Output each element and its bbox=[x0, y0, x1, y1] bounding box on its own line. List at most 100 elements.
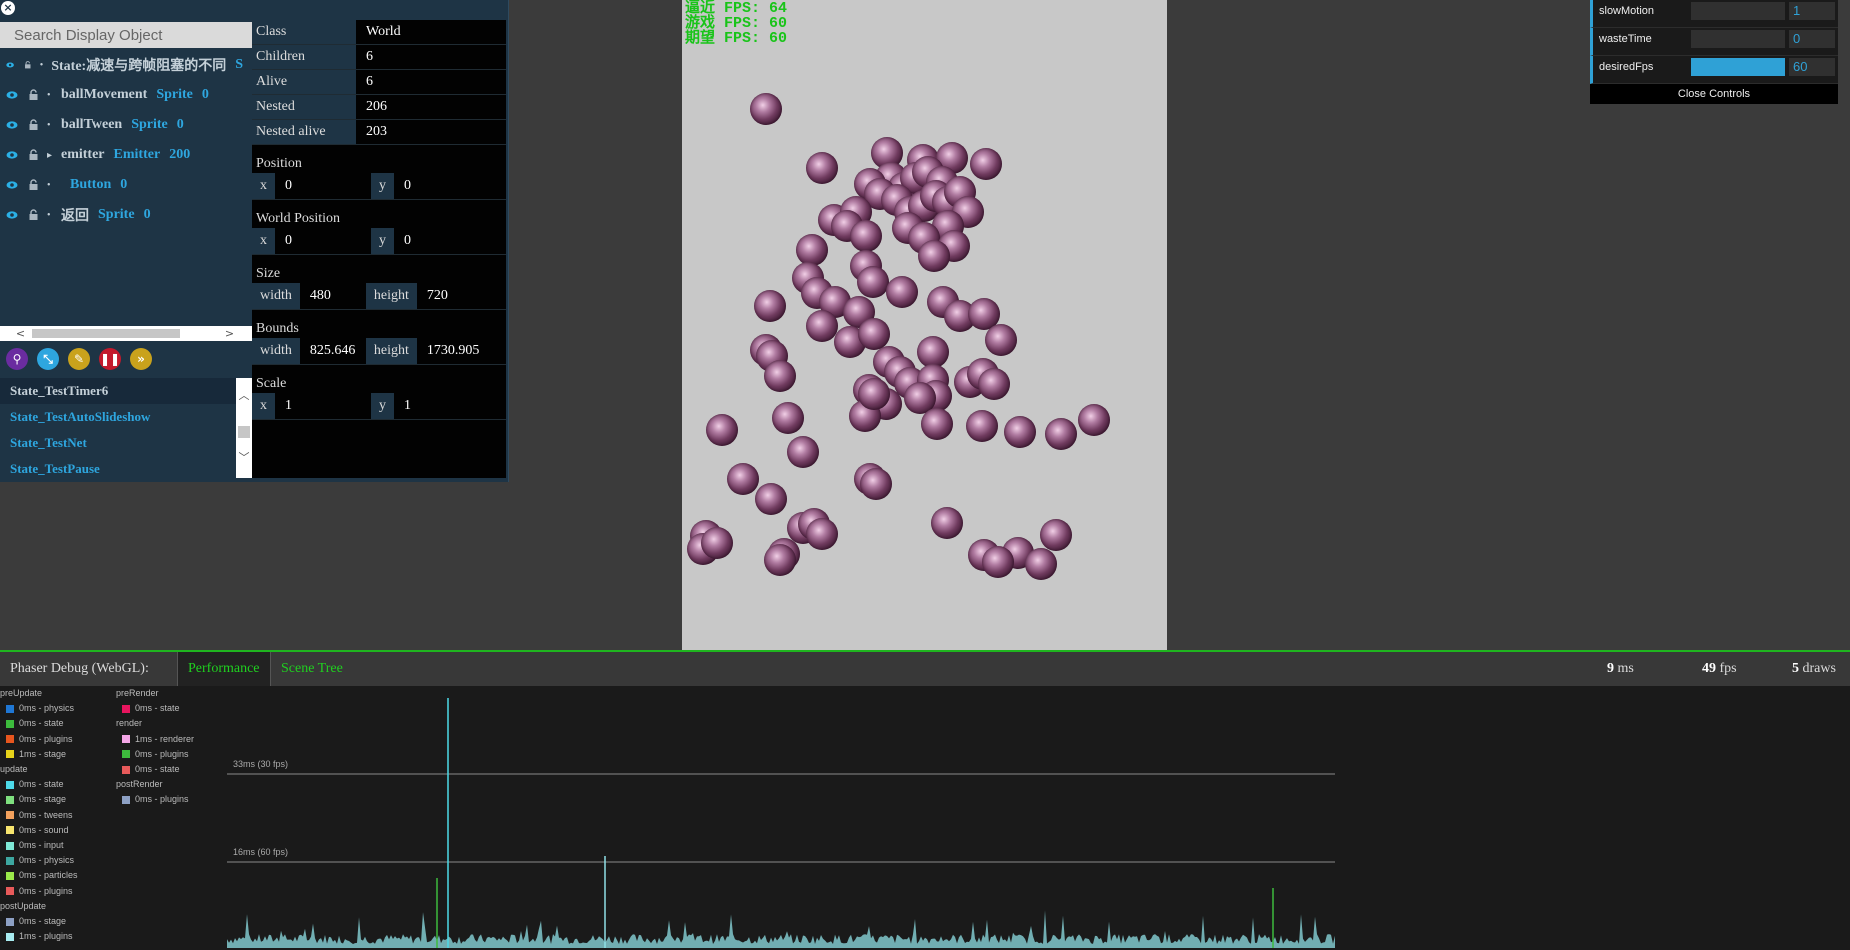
close-panel-icon[interactable]: × bbox=[1, 1, 15, 15]
legend-label: 1ms - stage bbox=[19, 748, 67, 759]
legend-item: 1ms - plugins bbox=[6, 931, 73, 941]
legend-item: 0ms - physics bbox=[6, 703, 74, 713]
tree-row[interactable]: • State:减速与跨帧阻塞的不同 S bbox=[0, 50, 252, 80]
legend-label: 0ms - plugins bbox=[135, 748, 189, 759]
scroll-right-icon[interactable]: > bbox=[222, 326, 237, 341]
tree-node-type: Sprite bbox=[131, 117, 168, 132]
ball-sprite bbox=[764, 544, 796, 576]
scroll-down-icon[interactable]: ﹀ bbox=[236, 450, 252, 466]
lock-icon[interactable] bbox=[28, 149, 39, 161]
lock-icon[interactable] bbox=[28, 119, 39, 131]
tree-node-count: 0 bbox=[143, 207, 151, 222]
control-number-input[interactable]: 60 bbox=[1789, 58, 1835, 76]
fps-readout: 逼近 FPS: 64 游戏 FPS: 60 期望 FPS: 60 bbox=[685, 1, 787, 46]
visibility-eye-icon[interactable] bbox=[6, 209, 18, 221]
control-slider[interactable] bbox=[1691, 2, 1785, 20]
tree-node-count: 0 bbox=[120, 177, 128, 192]
ball-sprite bbox=[978, 368, 1010, 400]
lock-icon[interactable] bbox=[28, 179, 39, 191]
frame-time-series bbox=[227, 698, 1335, 948]
tree-row[interactable]: • ballMovement Sprite 0 bbox=[0, 80, 252, 110]
legend-item: 0ms - plugins bbox=[122, 749, 189, 759]
visibility-eye-icon[interactable] bbox=[6, 89, 18, 101]
game-canvas[interactable]: 逼近 FPS: 64 游戏 FPS: 60 期望 FPS: 60 bbox=[682, 0, 1167, 650]
search-display-object-input[interactable] bbox=[0, 22, 252, 48]
ball-sprite bbox=[1078, 404, 1110, 436]
state-list-item[interactable]: State_TestAutoSlideshow bbox=[0, 404, 236, 430]
state-list-item[interactable]: State_TestTimer6 bbox=[0, 378, 236, 404]
lock-icon[interactable] bbox=[24, 59, 32, 71]
scrollbar-thumb[interactable] bbox=[238, 426, 250, 438]
tree-row[interactable]: • ballTween Sprite 0 bbox=[0, 110, 252, 140]
debug-title: Phaser Debug (WebGL): bbox=[10, 661, 149, 676]
lock-icon[interactable] bbox=[28, 89, 39, 101]
visibility-eye-icon[interactable] bbox=[6, 149, 18, 161]
legend-swatch bbox=[6, 780, 14, 789]
control-number-input[interactable]: 0 bbox=[1789, 30, 1835, 48]
visibility-eye-icon[interactable] bbox=[6, 59, 14, 71]
ball-sprite bbox=[750, 93, 782, 125]
lock-icon[interactable] bbox=[28, 209, 39, 221]
legend-item: 0ms - physics bbox=[6, 855, 74, 865]
legend-item: 1ms - renderer bbox=[122, 734, 194, 744]
scene-tree-panel: × • State:减速与跨帧阻塞的不同 S • ballMovement Sprite 0… bbox=[0, 0, 509, 482]
tree-node-type: S bbox=[235, 57, 243, 72]
legend-label: 0ms - physics bbox=[19, 703, 75, 714]
pause-icon[interactable]: ❚❚ bbox=[99, 348, 121, 370]
brush-icon[interactable]: ✎ bbox=[68, 348, 90, 370]
scroll-left-icon[interactable]: < bbox=[13, 326, 28, 341]
prop-value: 6 bbox=[366, 74, 373, 89]
control-label: desiredFps bbox=[1599, 61, 1654, 73]
ball-sprite bbox=[806, 518, 838, 550]
compress-icon[interactable]: ⤡ bbox=[37, 348, 59, 370]
tree-row[interactable]: • Button 0 bbox=[0, 170, 252, 200]
close-controls-button[interactable]: Close Controls bbox=[1590, 84, 1838, 104]
tab-scene-tree[interactable]: Scene Tree bbox=[270, 652, 353, 686]
prop-value: 206 bbox=[366, 99, 387, 114]
legend-item: 0ms - plugins bbox=[6, 734, 73, 744]
tree-node-name: 返回 bbox=[61, 209, 89, 224]
ball-sprite bbox=[985, 324, 1017, 356]
state-list-item[interactable]: State_TestNet bbox=[0, 430, 236, 456]
prop-label: x bbox=[252, 393, 275, 419]
display-object-tree: • State:减速与跨帧阻塞的不同 S • ballMovement Sprite 0 • b… bbox=[0, 50, 252, 326]
position-x-value: 0 bbox=[285, 178, 292, 193]
tab-performance[interactable]: Performance bbox=[177, 652, 270, 686]
world-x-value: 0 bbox=[285, 233, 292, 248]
vertical-scrollbar[interactable]: ︿ ﹀ bbox=[236, 378, 252, 478]
ball-sprite bbox=[1040, 519, 1072, 551]
horizontal-scrollbar[interactable]: < > bbox=[0, 326, 252, 341]
ball-sprite bbox=[787, 436, 819, 468]
visibility-eye-icon[interactable] bbox=[6, 179, 18, 191]
control-number-input[interactable]: 1 bbox=[1789, 2, 1835, 20]
fast-forward-icon[interactable]: » bbox=[130, 348, 152, 370]
expand-caret-icon[interactable]: ▸ bbox=[47, 150, 55, 161]
prop-label: width bbox=[252, 338, 300, 364]
scrollbar-thumb[interactable] bbox=[32, 329, 180, 338]
search-icon[interactable]: ⚲ bbox=[6, 348, 28, 370]
world-position-label: World Position bbox=[256, 211, 341, 226]
legend-item: 0ms - plugins bbox=[6, 886, 73, 896]
prop-label: Alive bbox=[252, 70, 356, 94]
tree-node-type: Sprite bbox=[98, 207, 135, 222]
legend-label: 0ms - stage bbox=[19, 916, 67, 926]
tree-row[interactable]: ▸ emitter Emitter 200 bbox=[0, 140, 252, 170]
bounds-height-value: 1730.905 bbox=[426, 343, 480, 358]
control-slider[interactable] bbox=[1691, 30, 1785, 48]
visibility-eye-icon[interactable] bbox=[6, 119, 18, 131]
stat-ms-unit: ms bbox=[1617, 661, 1634, 676]
scroll-up-icon[interactable]: ︿ bbox=[236, 388, 252, 404]
legend-group-heading: update bbox=[0, 764, 28, 774]
world-position-row: x0 y0 bbox=[252, 228, 506, 255]
legend-label: 0ms - tweens bbox=[19, 809, 73, 820]
prop-label: height bbox=[365, 283, 417, 309]
legend-swatch bbox=[6, 917, 14, 926]
tree-row[interactable]: • 返回 Sprite 0 bbox=[0, 200, 252, 230]
legend-item: 0ms - plugins bbox=[122, 794, 189, 804]
tree-node-type: Button bbox=[70, 177, 112, 192]
tree-node-name: emitter bbox=[61, 147, 105, 162]
control-slider[interactable] bbox=[1691, 58, 1785, 76]
state-list-item[interactable]: State_TestPause bbox=[0, 456, 236, 478]
legend-item: 0ms - stage bbox=[6, 916, 66, 926]
perf-graph: 33ms (30 fps) 16ms (60 fps) bbox=[227, 698, 1335, 948]
